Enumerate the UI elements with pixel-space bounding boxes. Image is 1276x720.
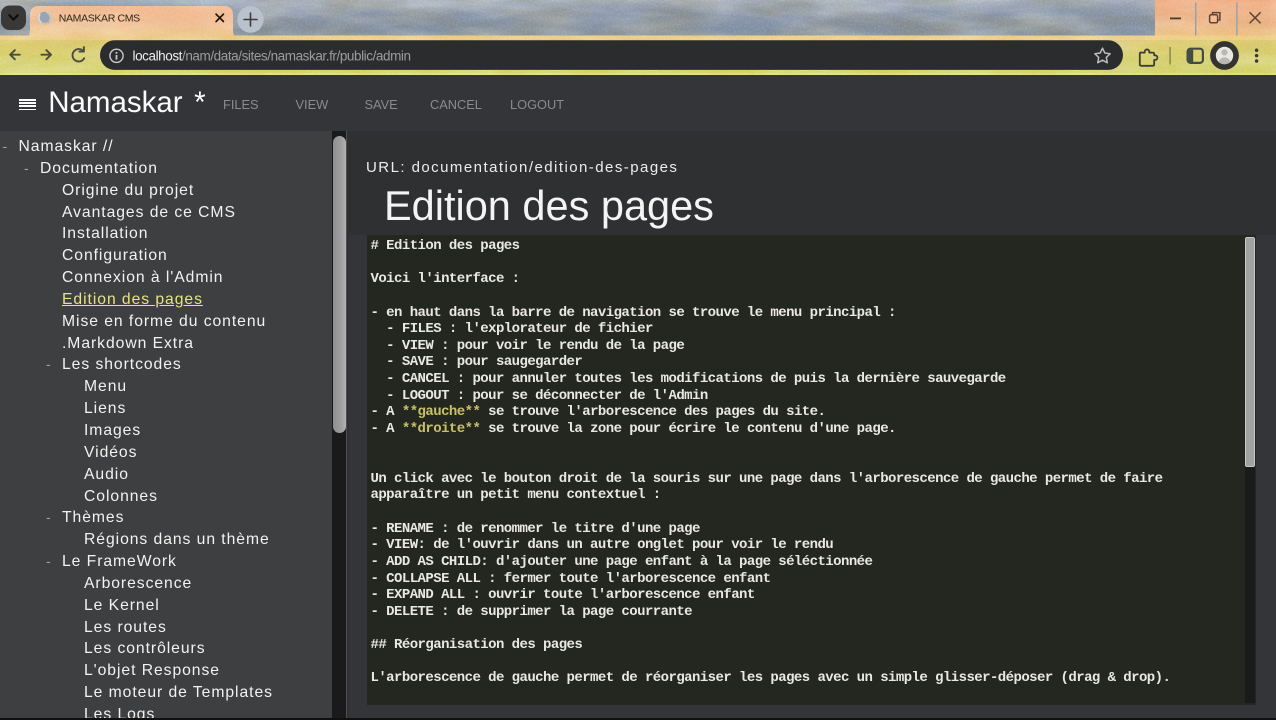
svg-text:NAMASKAR CMS: NAMASKAR CMS — [59, 13, 140, 25]
svg-text:localhost/nam/data/sites/namas: localhost/nam/data/sites/namaskar.fr/pub… — [133, 48, 411, 63]
